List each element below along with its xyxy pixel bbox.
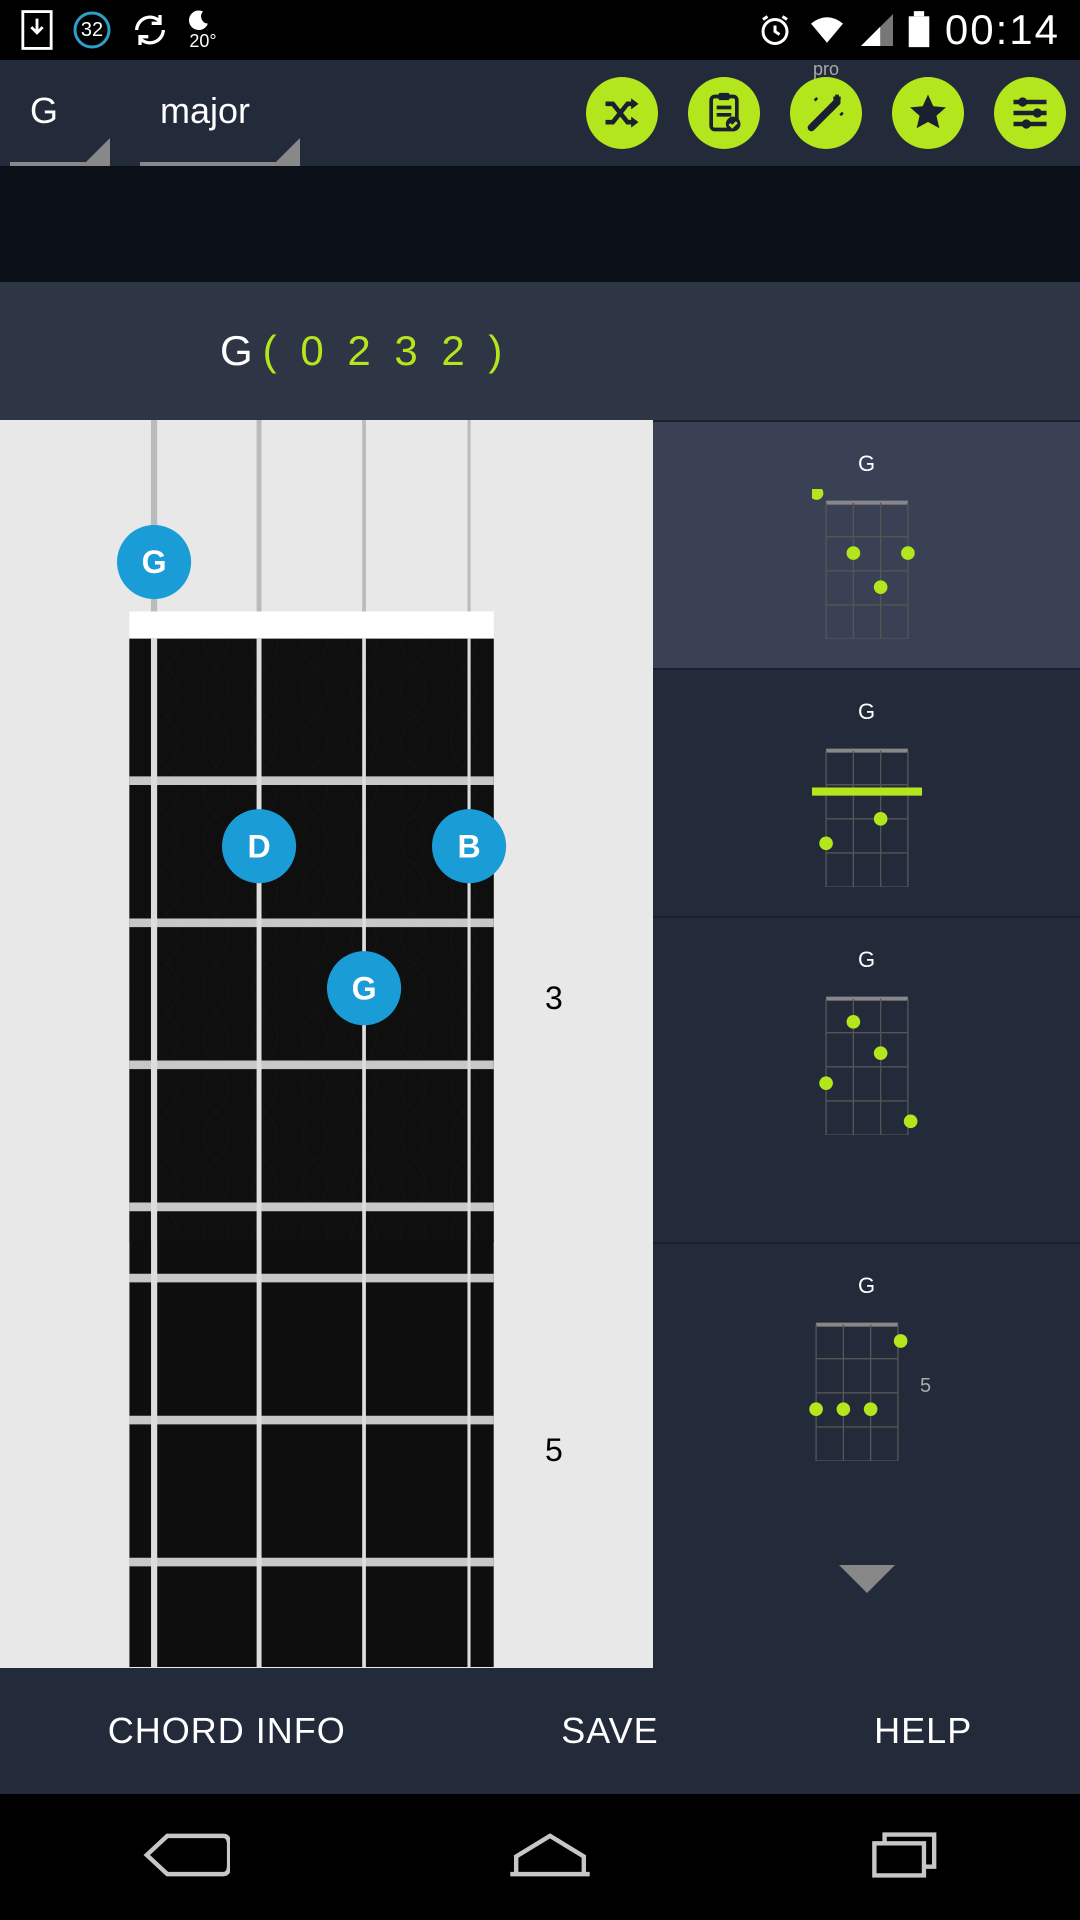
alarm-icon xyxy=(757,12,793,48)
variation-2-diagram xyxy=(812,737,922,887)
root-selector-value: G xyxy=(30,90,58,132)
variations-header-spacer xyxy=(653,282,1080,420)
variation-4-fret: 5 xyxy=(920,1375,931,1398)
sync-icon xyxy=(130,10,170,50)
variation-3[interactable]: G xyxy=(653,916,1080,1164)
chevron-down-icon xyxy=(839,1565,895,1593)
chord-info-button[interactable]: CHORD INFO xyxy=(88,1710,366,1752)
finger-dot-G3: G xyxy=(327,951,401,1025)
quality-selector[interactable]: major xyxy=(140,60,300,166)
shuffle-icon xyxy=(600,91,644,135)
star-icon xyxy=(906,91,950,135)
diagram-fill: 5 xyxy=(0,1242,653,1668)
fretboard-svg-cont xyxy=(117,1241,537,1667)
variation-4-diagram xyxy=(802,1311,912,1461)
recent-button[interactable] xyxy=(870,1830,940,1885)
favorite-button[interactable] xyxy=(892,77,964,149)
diagram-column: G ( 0 2 3 2 ) xyxy=(0,282,653,1242)
badge-value: 32 xyxy=(72,10,112,50)
back-icon xyxy=(140,1830,230,1880)
svg-text:B: B xyxy=(457,828,480,864)
finger-dot-D: D xyxy=(222,809,296,883)
svg-text:D: D xyxy=(247,828,270,864)
variations-fill: G 5 xyxy=(653,1242,1080,1668)
variation-2[interactable]: G xyxy=(653,668,1080,916)
variation-3-label: G xyxy=(858,947,875,973)
shuffle-button[interactable] xyxy=(586,77,658,149)
chord-tab-label: ( 0 2 3 2 ) xyxy=(263,327,509,375)
wifi-icon xyxy=(807,14,847,46)
clock: 00:14 xyxy=(945,6,1060,54)
save-button[interactable]: SAVE xyxy=(541,1710,678,1752)
weather-icon: 20° xyxy=(188,9,218,52)
recent-icon xyxy=(870,1830,940,1880)
android-nav-bar xyxy=(0,1794,1080,1920)
variation-4[interactable]: G 5 xyxy=(653,1242,1080,1490)
settings-button[interactable] xyxy=(994,77,1066,149)
variation-1-label: G xyxy=(858,451,875,477)
status-right: 00:14 xyxy=(757,6,1060,54)
wand-icon xyxy=(804,91,848,135)
toolbar: G major pro xyxy=(0,60,1080,166)
variation-3-diagram xyxy=(812,985,922,1135)
badge-icon: 32 xyxy=(72,10,112,50)
fill-wrap: 5 G 5 xyxy=(0,1242,1080,1668)
variations-column: G G xyxy=(653,282,1080,1242)
status-bar: 32 20° 00:14 xyxy=(0,0,1080,60)
home-button[interactable] xyxy=(510,1830,590,1885)
help-button[interactable]: HELP xyxy=(854,1710,992,1752)
fretboard[interactable]: G D B G 3 xyxy=(0,420,653,1242)
clipboard-check-icon xyxy=(702,91,746,135)
dark-strip xyxy=(0,166,1080,282)
finger-dot-B: B xyxy=(432,809,506,883)
quality-selector-value: major xyxy=(160,90,250,132)
signal-icon xyxy=(861,14,893,46)
home-icon xyxy=(510,1830,590,1880)
temp-value: 20° xyxy=(189,31,216,52)
svg-text:G: G xyxy=(351,970,376,1006)
variation-1[interactable]: G xyxy=(653,420,1080,668)
root-selector[interactable]: G xyxy=(10,60,110,166)
download-icon xyxy=(20,10,54,50)
checklist-button[interactable] xyxy=(688,77,760,149)
variation-4-label: G xyxy=(858,1273,875,1299)
sliders-icon xyxy=(1008,91,1052,135)
status-left: 32 20° xyxy=(20,9,218,52)
fret-label-5: 5 xyxy=(545,1432,563,1469)
svg-text:G: G xyxy=(141,544,166,580)
chord-label-row: G ( 0 2 3 2 ) xyxy=(0,282,653,420)
main: G ( 0 2 3 2 ) xyxy=(0,282,1080,1242)
magic-button[interactable]: pro xyxy=(790,77,862,149)
more-variations-button[interactable] xyxy=(653,1490,1080,1668)
finger-dot-open-G: G xyxy=(117,525,191,599)
back-button[interactable] xyxy=(140,1830,230,1885)
variation-2-label: G xyxy=(858,699,875,725)
variation-1-diagram xyxy=(812,489,922,639)
fret-label-3: 3 xyxy=(545,980,563,1017)
battery-icon xyxy=(907,11,931,49)
fretboard-svg: G D B G xyxy=(117,420,537,1242)
chord-root-label: G xyxy=(220,327,253,375)
pro-label: pro xyxy=(813,59,839,80)
bottom-bar: CHORD INFO SAVE HELP xyxy=(0,1668,1080,1794)
